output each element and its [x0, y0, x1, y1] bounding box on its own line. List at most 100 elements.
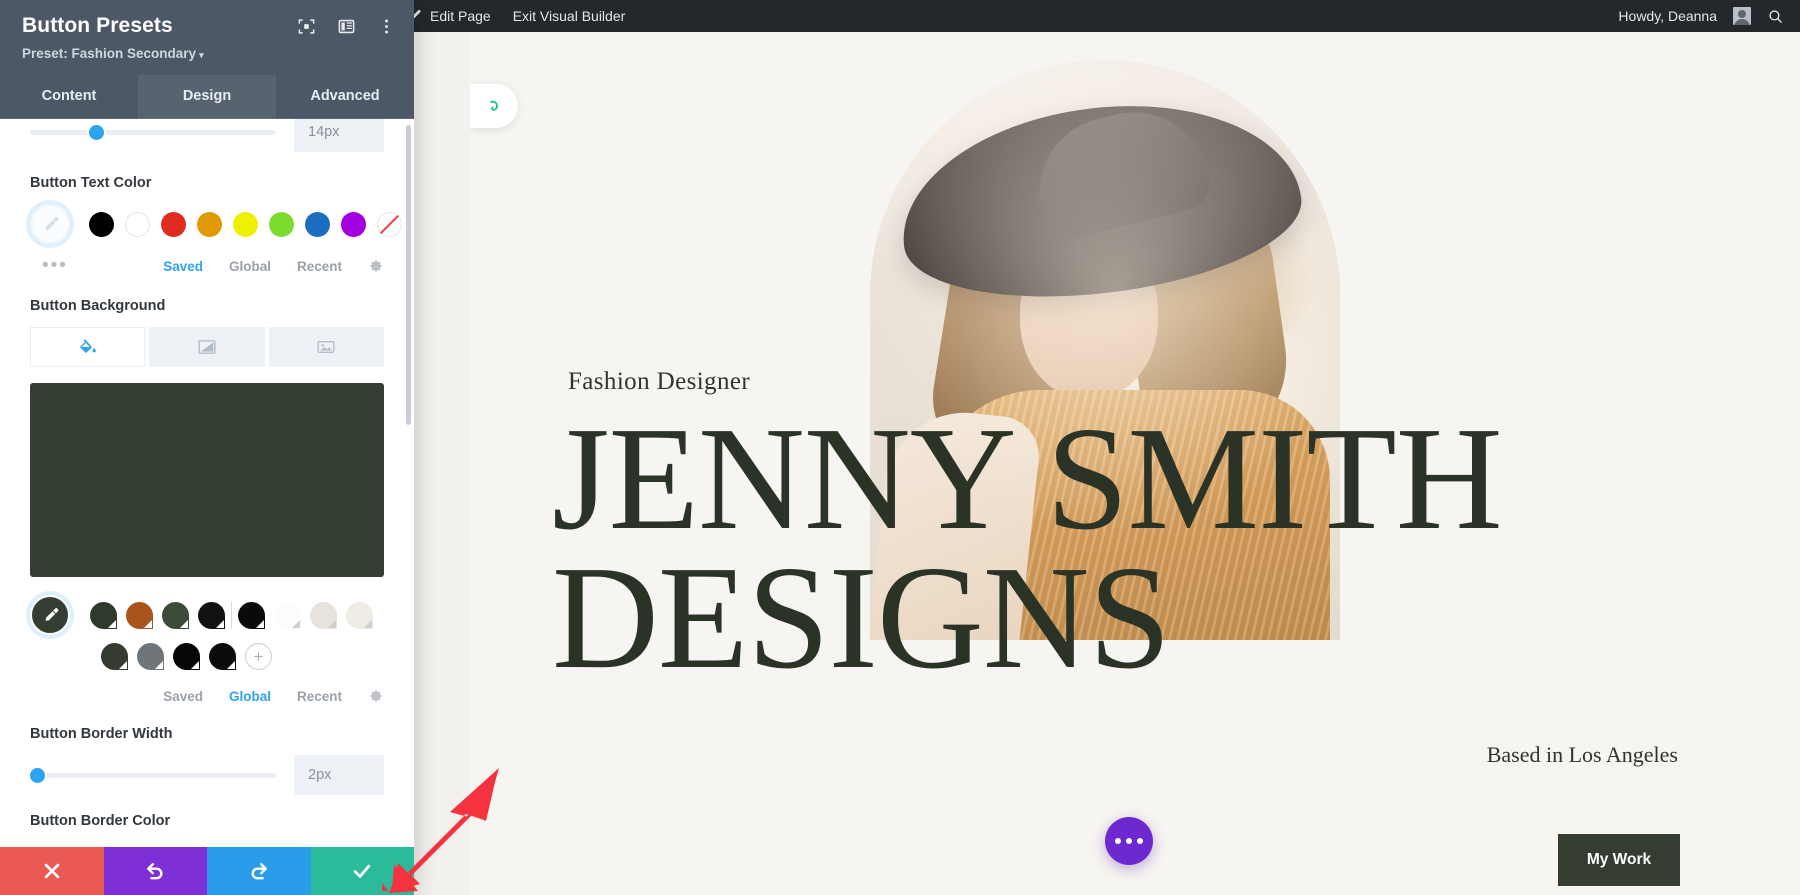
- preset-selector[interactable]: Preset: Fashion Secondary▾: [22, 46, 396, 75]
- global-swatch-near-black[interactable]: [198, 602, 225, 629]
- global-swatch-black[interactable]: [238, 602, 265, 629]
- global-swatch-dark-green[interactable]: [90, 602, 117, 629]
- background-type-color[interactable]: [30, 327, 145, 367]
- background-global-swatches-row-1: [30, 595, 384, 635]
- font-size-slider-row: 14px: [30, 119, 384, 149]
- font-size-value[interactable]: 14px: [294, 119, 384, 152]
- background-color-preview[interactable]: [30, 383, 384, 577]
- swatch-transparent[interactable]: [377, 212, 402, 237]
- undo-button[interactable]: [104, 847, 208, 895]
- divi-arrow-icon: [486, 98, 503, 115]
- swatch-orange[interactable]: [197, 212, 222, 237]
- text-color-tab-saved[interactable]: Saved: [163, 259, 203, 274]
- text-color-tab-global[interactable]: Global: [229, 259, 271, 274]
- gear-icon[interactable]: [368, 688, 384, 704]
- global-swatch-white[interactable]: [274, 602, 301, 629]
- panel-header-actions: [297, 14, 396, 36]
- hero-heading-line-2: DESIGNS: [552, 549, 1652, 688]
- background-type-gradient[interactable]: [149, 327, 264, 367]
- font-size-slider-track[interactable]: [30, 130, 276, 135]
- chevron-down-icon: ▾: [199, 50, 204, 60]
- vertical-ellipsis-icon[interactable]: [377, 17, 396, 36]
- admin-bar-right-group: Howdy, Deanna: [1601, 0, 1800, 32]
- swatch-purple[interactable]: [341, 212, 366, 237]
- admin-search-button[interactable]: [1767, 0, 1784, 32]
- divi-settings-modal: Button Presets Preset: Fashi: [0, 0, 414, 895]
- cancel-button[interactable]: [0, 847, 104, 895]
- panel-header: Button Presets Preset: Fashi: [0, 0, 414, 75]
- global-swatch-black-2[interactable]: [173, 643, 200, 670]
- gear-icon[interactable]: [368, 258, 384, 274]
- visual-builder-canvas: Fashion Designer JENNY SMITH DESIGNS Bas…: [470, 32, 1800, 895]
- global-swatch-dark-olive[interactable]: [101, 643, 128, 670]
- preset-label: Preset: Fashion Secondary: [22, 46, 196, 61]
- text-color-meta-row: ••• Saved Global Recent: [30, 256, 384, 276]
- button-border-width-label: Button Border Width: [30, 726, 384, 742]
- builder-side-tab[interactable]: [470, 84, 518, 128]
- background-type-image[interactable]: [269, 327, 384, 367]
- swatch-blue[interactable]: [305, 212, 330, 237]
- text-color-source-tabs: Saved Global Recent: [163, 256, 384, 276]
- global-swatch-black-3[interactable]: [209, 643, 236, 670]
- hero-heading: JENNY SMITH DESIGNS: [552, 410, 1652, 688]
- ellipsis-dot: [1126, 838, 1132, 844]
- redo-button[interactable]: [207, 847, 311, 895]
- background-tab-saved[interactable]: Saved: [163, 689, 203, 704]
- gradient-icon: [197, 337, 217, 357]
- search-icon: [1767, 8, 1784, 25]
- checkmark-icon: [351, 860, 373, 882]
- tab-advanced[interactable]: Advanced: [276, 75, 414, 119]
- text-color-eyedropper-button[interactable]: [30, 204, 70, 244]
- global-swatch-light-cream[interactable]: [346, 602, 373, 629]
- panel-title-row: Button Presets: [22, 14, 396, 38]
- my-work-button[interactable]: My Work: [1558, 834, 1680, 886]
- font-size-slider-knob[interactable]: [89, 125, 104, 140]
- red-pointer-arrow: [380, 765, 510, 895]
- panel-action-bar: [0, 847, 414, 895]
- swatch-yellow[interactable]: [233, 212, 258, 237]
- swatch-white[interactable]: [125, 212, 150, 237]
- button-text-color-label: Button Text Color: [30, 175, 384, 191]
- button-border-color-label: Button Border Color: [30, 813, 384, 829]
- global-swatch-rust-brown[interactable]: [126, 602, 153, 629]
- image-icon: [316, 337, 336, 357]
- exit-visual-builder-menu[interactable]: Exit Visual Builder: [502, 0, 637, 32]
- border-width-slider-track[interactable]: [30, 773, 276, 778]
- more-dots-icon[interactable]: •••: [42, 261, 68, 271]
- add-global-color-button[interactable]: +: [245, 643, 272, 670]
- eyedropper-icon: [41, 606, 60, 625]
- border-width-value[interactable]: 2px: [294, 755, 384, 795]
- tab-design[interactable]: Design: [138, 75, 276, 119]
- background-tab-recent[interactable]: Recent: [297, 689, 342, 704]
- tab-content[interactable]: Content: [0, 75, 138, 119]
- text-color-tab-recent[interactable]: Recent: [297, 259, 342, 274]
- background-source-tabs: Saved Global Recent: [30, 686, 384, 706]
- global-swatch-cream[interactable]: [310, 602, 337, 629]
- close-x-icon: [41, 860, 63, 882]
- border-width-slider-knob[interactable]: [30, 768, 45, 783]
- paint-bucket-icon: [78, 337, 98, 357]
- panel-scrollbar[interactable]: [406, 125, 411, 425]
- border-width-slider-row: 2px: [30, 755, 384, 795]
- ellipsis-dot: [1137, 838, 1143, 844]
- swatch-black[interactable]: [89, 212, 114, 237]
- background-tab-global[interactable]: Global: [229, 689, 271, 704]
- hero-location-text: Based in Los Angeles: [1487, 742, 1678, 768]
- swatch-red[interactable]: [161, 212, 186, 237]
- undo-arrow-icon: [144, 860, 166, 882]
- global-swatch-muted-green[interactable]: [162, 602, 189, 629]
- global-swatch-gray[interactable]: [137, 643, 164, 670]
- my-account-menu[interactable]: Howdy, Deanna: [1601, 0, 1751, 32]
- user-avatar-icon: [1733, 7, 1751, 25]
- howdy-label: Howdy, Deanna: [1618, 8, 1717, 24]
- swatch-green[interactable]: [269, 212, 294, 237]
- background-type-tabs: [30, 327, 384, 367]
- hero-eyebrow-text: Fashion Designer: [568, 368, 750, 396]
- button-background-label: Button Background: [30, 298, 384, 314]
- background-eyedropper-button[interactable]: [30, 595, 70, 635]
- panel-layout-icon[interactable]: [337, 17, 356, 36]
- ellipsis-dot: [1115, 838, 1121, 844]
- builder-floating-menu-button[interactable]: [1105, 817, 1153, 865]
- focus-target-icon[interactable]: [297, 17, 316, 36]
- button-text-color-swatches: [30, 204, 384, 244]
